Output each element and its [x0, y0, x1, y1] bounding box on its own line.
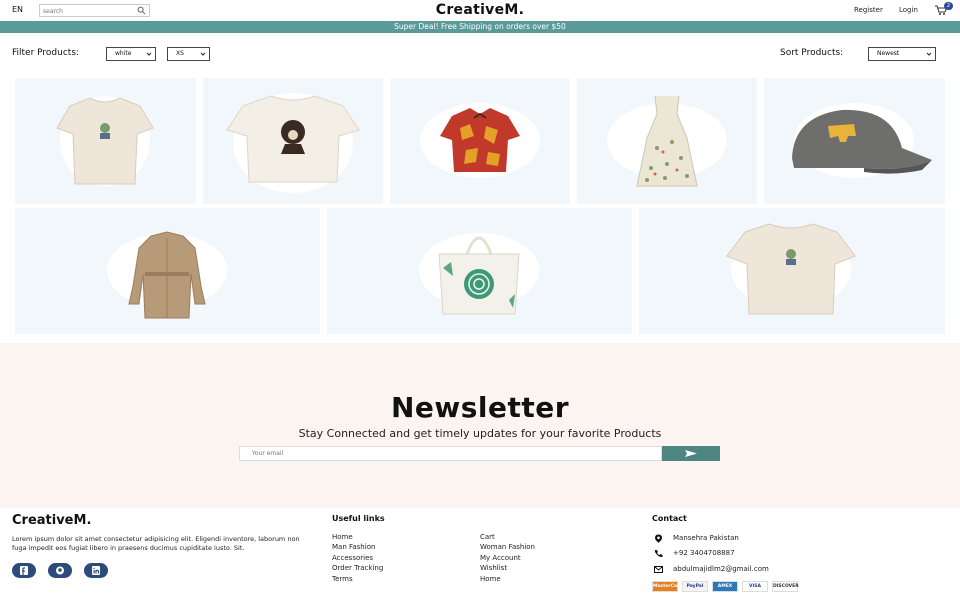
- contact-phone: +92 3404708887: [673, 549, 735, 557]
- footer-link[interactable]: Accessories: [332, 554, 373, 562]
- sort-select[interactable]: Newest: [868, 47, 936, 61]
- size-select[interactable]: XS: [167, 47, 210, 61]
- visa-icon: VISA: [742, 581, 768, 592]
- coat-icon: [128, 231, 206, 319]
- product-card[interactable]: [639, 208, 945, 334]
- chevron-down-icon: [200, 52, 206, 56]
- subscribe-button[interactable]: [662, 446, 720, 461]
- product-card[interactable]: [764, 78, 945, 204]
- product-card[interactable]: [577, 78, 757, 204]
- sort-label: Sort Products:: [780, 48, 844, 58]
- facebook-icon: [20, 566, 28, 575]
- send-icon: [685, 450, 697, 457]
- site-logo[interactable]: CreativeM.: [0, 2, 960, 18]
- contact-email[interactable]: abdulmajidlm2@gmail.com: [673, 565, 769, 573]
- product-card[interactable]: [15, 78, 196, 204]
- product-card[interactable]: [203, 78, 383, 204]
- footer-link[interactable]: My Account: [480, 554, 521, 562]
- size-select-value: XS: [176, 50, 184, 57]
- location-pin-icon: [655, 534, 662, 543]
- color-select-value: white: [115, 50, 132, 57]
- chevron-down-icon: [926, 52, 932, 56]
- sort-select-value: Newest: [877, 50, 900, 57]
- footer-link[interactable]: Order Tracking: [332, 564, 383, 572]
- tshirt-icon: [56, 97, 154, 185]
- github-icon: [56, 566, 64, 575]
- product-card[interactable]: [15, 208, 320, 334]
- footer-logo[interactable]: CreativeM.: [12, 513, 91, 528]
- tshirt-icon: [726, 223, 856, 315]
- footer-link[interactable]: Home: [332, 533, 353, 541]
- tshirt-icon: [226, 95, 360, 183]
- dress-icon: [636, 95, 698, 187]
- footer-link[interactable]: Wishlist: [480, 564, 507, 572]
- newsletter-section: Newsletter Stay Connected and get timely…: [0, 343, 960, 508]
- linkedin-icon: [92, 566, 100, 575]
- github-button[interactable]: [48, 563, 72, 578]
- top-navbar: EN CreativeM. Register Login 2: [0, 0, 960, 21]
- newsletter-title: Newsletter: [390, 391, 570, 424]
- paypal-icon: PayPal: [682, 581, 708, 592]
- product-card[interactable]: [327, 208, 632, 334]
- footer-link[interactable]: Home: [480, 575, 501, 583]
- color-select[interactable]: white: [106, 47, 156, 61]
- contact-title: Contact: [652, 514, 687, 523]
- mastercard-icon: MasterCard: [652, 581, 682, 592]
- newsletter-subtitle: Stay Connected and get timely updates fo…: [298, 427, 662, 440]
- register-link[interactable]: Register: [854, 6, 883, 14]
- tote-bag-icon: [438, 236, 520, 315]
- chevron-down-icon: [146, 52, 152, 56]
- footer-description: Lorem ipsum dolor sit amet consectetur a…: [12, 535, 300, 552]
- filter-label: Filter Products:: [12, 48, 80, 58]
- product-card[interactable]: [390, 78, 570, 204]
- linkedin-button[interactable]: [84, 563, 108, 578]
- footer-link[interactable]: Woman Fashion: [480, 543, 535, 551]
- shirt-icon: [440, 108, 520, 172]
- useful-links-title: Useful links: [332, 514, 385, 523]
- mail-icon: [654, 566, 663, 573]
- login-link[interactable]: Login: [899, 6, 918, 14]
- footer-link[interactable]: Terms: [332, 575, 353, 583]
- footer-link[interactable]: Cart: [480, 533, 495, 541]
- amex-icon: AMEX: [712, 581, 738, 592]
- facebook-button[interactable]: [12, 563, 36, 578]
- phone-icon: [655, 550, 663, 558]
- promo-banner: Super Deal! Free Shipping on orders over…: [0, 21, 960, 33]
- email-field[interactable]: [239, 446, 662, 461]
- contact-address: Mansehra Pakistan: [673, 534, 739, 542]
- footer-link[interactable]: Man Fashion: [332, 543, 375, 551]
- discover-icon: DISCOVER: [772, 581, 799, 592]
- cap-icon: [792, 109, 932, 174]
- cart-count-badge: 2: [944, 2, 953, 10]
